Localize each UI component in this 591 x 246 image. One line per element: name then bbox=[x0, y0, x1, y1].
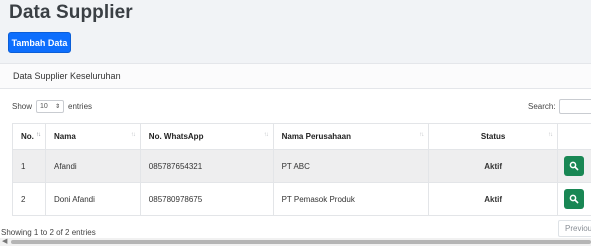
column-header-label: No. WhatsApp bbox=[148, 132, 204, 141]
cell-status: Aktif bbox=[428, 149, 559, 183]
cell-action bbox=[557, 182, 591, 216]
card-title: Data Supplier Keseluruhan bbox=[13, 71, 121, 81]
cell-nama: Doni Afandi bbox=[44, 182, 141, 216]
cell-status: Aktif bbox=[428, 182, 559, 216]
column-header-label: Nama Perusahaan bbox=[281, 132, 351, 141]
entries-length-control: Show 10 ⇕ entries bbox=[12, 100, 92, 113]
scrollbar-thumb[interactable] bbox=[11, 240, 591, 244]
cell-perusahaan: PT ABC bbox=[272, 149, 430, 183]
sort-icon: ↑↓ bbox=[263, 132, 269, 138]
scroll-left-icon[interactable]: ◀ bbox=[2, 238, 7, 246]
entries-select[interactable]: 10 ⇕ bbox=[36, 100, 65, 113]
cell-nama: Afandi bbox=[44, 149, 141, 183]
view-button[interactable] bbox=[564, 156, 585, 176]
column-header-status[interactable]: Status ↑↓ bbox=[428, 123, 559, 150]
length-prefix: Show bbox=[12, 102, 33, 111]
horizontal-scrollbar[interactable]: ◀ bbox=[0, 238, 591, 246]
table-row: 2 Doni Afandi 085780978675 PT Pemasok Pr… bbox=[12, 182, 591, 216]
supplier-card: Data Supplier Keseluruhan Show 10 ⇕ entr… bbox=[0, 63, 591, 246]
supplier-table: No. ↑↓ Nama ↑↓ No. WhatsApp ↑↓ Nama Peru… bbox=[12, 123, 591, 216]
page: Data Supplier Tambah Data Data Supplier … bbox=[0, 0, 591, 246]
search-icon bbox=[569, 194, 579, 204]
add-data-button[interactable]: Tambah Data bbox=[8, 32, 71, 53]
search-input[interactable] bbox=[558, 99, 591, 114]
column-header-no[interactable]: No. ↑↓ bbox=[12, 123, 46, 150]
cell-whatsapp: 085780978675 bbox=[139, 182, 274, 216]
card-header: Data Supplier Keseluruhan bbox=[0, 64, 591, 89]
column-header-label: No. bbox=[21, 132, 34, 141]
search-control: Search: bbox=[528, 99, 591, 114]
view-button[interactable] bbox=[564, 189, 585, 209]
previous-page-button[interactable]: Previous bbox=[558, 220, 591, 237]
sort-icon: ↑↓ bbox=[130, 132, 136, 138]
cell-no: 2 bbox=[12, 182, 46, 216]
sort-icon: ↑↓ bbox=[419, 132, 424, 138]
chevron-updown-icon: ⇕ bbox=[54, 104, 61, 110]
entries-select-value: 10 bbox=[40, 103, 48, 110]
search-label: Search: bbox=[528, 102, 556, 111]
column-header-perusahaan[interactable]: Nama Perusahaan ↑↓ bbox=[272, 123, 430, 150]
table-info: Showing 1 to 2 of 2 entries bbox=[1, 228, 96, 237]
column-header-label: Nama bbox=[53, 132, 76, 141]
cell-action bbox=[557, 149, 591, 183]
column-header-nama[interactable]: Nama ↑↓ bbox=[44, 123, 141, 150]
cell-no: 1 bbox=[12, 149, 46, 183]
column-header-whatsapp[interactable]: No. WhatsApp ↑↓ bbox=[139, 123, 274, 150]
page-title: Data Supplier bbox=[9, 2, 133, 23]
sort-icon: ↑↓ bbox=[35, 132, 41, 138]
cell-whatsapp: 085787654321 bbox=[139, 149, 274, 183]
cell-perusahaan: PT Pemasok Produk bbox=[272, 182, 430, 216]
search-icon bbox=[569, 161, 579, 171]
table-row: 1 Afandi 085787654321 PT ABC Aktif bbox=[12, 149, 591, 183]
length-suffix: entries bbox=[68, 102, 93, 111]
column-header-action bbox=[557, 123, 591, 150]
sort-icon: ↑↓ bbox=[548, 132, 553, 138]
table-header-row: No. ↑↓ Nama ↑↓ No. WhatsApp ↑↓ Nama Peru… bbox=[12, 123, 591, 150]
column-header-label: Status bbox=[480, 132, 506, 141]
